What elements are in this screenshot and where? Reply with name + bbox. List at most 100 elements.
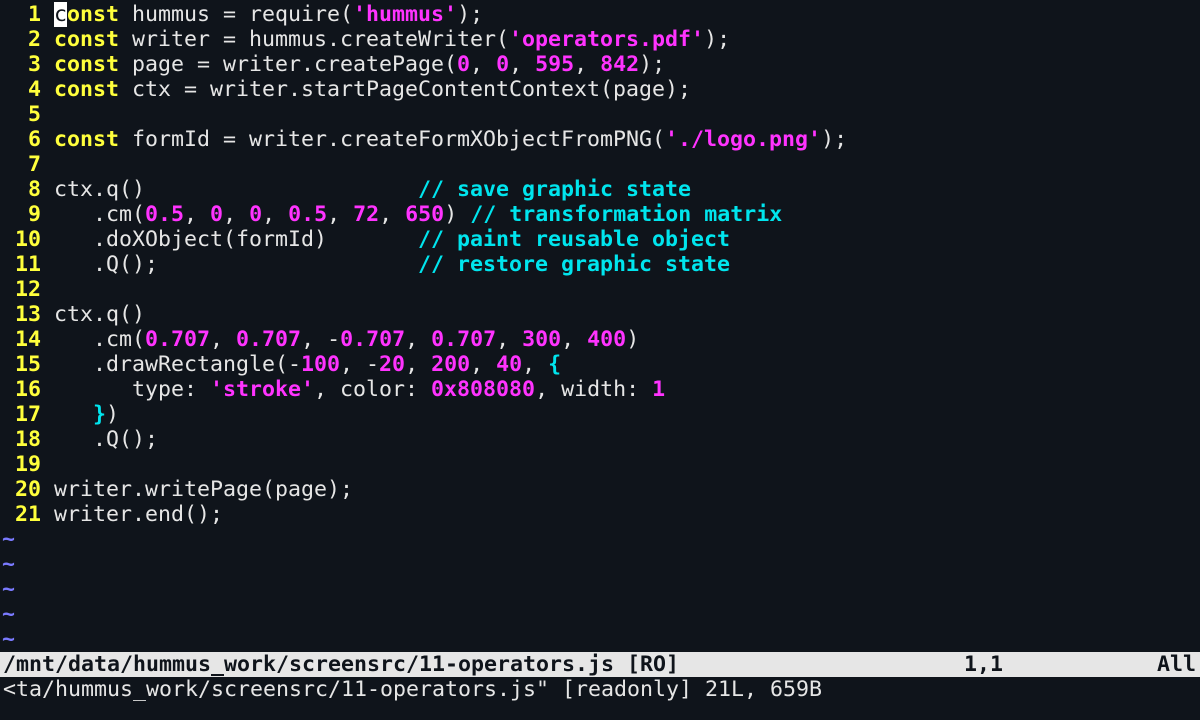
code-token: ctx = writer.startPageContentContext(pag…	[119, 77, 692, 102]
line-code: const page = writer.createPage(0, 0, 595…	[54, 52, 665, 77]
line-code: writer.end();	[54, 502, 223, 527]
line-number: 7	[27, 152, 41, 177]
code-token: );	[704, 27, 731, 52]
code-line[interactable]: 15 .drawRectangle(-100, -20, 200, 40, {	[0, 352, 1200, 377]
line-number: 3	[27, 52, 41, 77]
code-token: hummus = require(	[119, 2, 354, 27]
code-token: onst	[67, 2, 120, 27]
code-token: const	[54, 127, 120, 152]
code-token: 650	[405, 202, 445, 227]
code-line[interactable]: 9 .cm(0.5, 0, 0, 0.5, 72, 650) // transf…	[0, 202, 1200, 227]
code-token: 595	[535, 52, 575, 77]
code-token: );	[457, 2, 484, 27]
code-token: 0	[496, 52, 510, 77]
code-line[interactable]: 11 .Q(); // restore graphic state	[0, 252, 1200, 277]
code-token: 100	[301, 352, 341, 377]
status-line: /mnt/data/hummus_work/screensrc/11-opera…	[0, 652, 1200, 677]
code-line[interactable]: 16 type: 'stroke', color: 0x808080, widt…	[0, 377, 1200, 402]
line-code: .cm(0.5, 0, 0, 0.5, 72, 650) // transfor…	[54, 202, 782, 227]
code-line[interactable]: 5	[0, 102, 1200, 127]
code-line[interactable]: 2 const writer = hummus.createWriter('ope…	[0, 27, 1200, 52]
code-token: writer.writePage(page);	[54, 477, 354, 502]
code-token: 842	[600, 52, 640, 77]
line-number: 21	[14, 502, 41, 527]
code-line[interactable]: 8 ctx.q() // save graphic state	[0, 177, 1200, 202]
code-token: 0	[210, 202, 224, 227]
code-line[interactable]: 13 ctx.q()	[0, 302, 1200, 327]
code-line[interactable]: 17 })	[0, 402, 1200, 427]
line-number: 20	[14, 477, 41, 502]
code-token: 0.707	[236, 327, 302, 352]
code-token: 20	[379, 352, 406, 377]
empty-line-marker: ~	[2, 527, 16, 552]
code-line[interactable]: 18 .Q();	[0, 427, 1200, 452]
code-token: .cm(	[54, 327, 146, 352]
code-token: formId = writer.createFormXObjectFromPNG…	[119, 127, 666, 152]
code-token: )	[106, 402, 120, 427]
code-token: ,	[405, 352, 432, 377]
line-code: .drawRectangle(-100, -20, 200, 40, {	[54, 352, 561, 377]
status-cursor-position: 1,1	[964, 652, 1004, 677]
code-token: 72	[353, 202, 380, 227]
empty-buffer-line: ~	[0, 627, 1200, 652]
code-token: ,	[561, 327, 588, 352]
status-filename: /mnt/data/hummus_work/screensrc/11-opera…	[3, 652, 680, 677]
code-token: ,	[522, 352, 549, 377]
code-token: 40	[496, 352, 523, 377]
code-token: )	[626, 327, 640, 352]
line-number: 9	[27, 202, 41, 227]
code-token: 'hummus'	[353, 2, 458, 27]
code-token: ctx.q()	[54, 177, 419, 202]
empty-line-marker: ~	[2, 627, 16, 652]
code-token: ,	[470, 52, 497, 77]
code-token: , color:	[314, 377, 432, 402]
line-number: 8	[27, 177, 41, 202]
code-token: 'operators.pdf'	[509, 27, 705, 52]
code-token: ,	[379, 202, 406, 227]
line-code: .cm(0.707, 0.707, -0.707, 0.707, 300, 40…	[54, 327, 639, 352]
code-line[interactable]: 21 writer.end();	[0, 502, 1200, 527]
line-number: 1	[27, 2, 41, 27]
line-number: 11	[14, 252, 41, 277]
code-line[interactable]: 1 const hummus = require('hummus');	[0, 2, 1200, 27]
code-token: ,	[509, 52, 536, 77]
code-line[interactable]: 20 writer.writePage(page);	[0, 477, 1200, 502]
code-token: ,	[470, 352, 497, 377]
code-token: ,	[223, 202, 250, 227]
code-token: , -	[340, 352, 380, 377]
code-token: .doXObject(formId)	[54, 227, 419, 252]
code-token: // transformation matrix	[470, 202, 783, 227]
code-token: 300	[522, 327, 562, 352]
code-token: ,	[405, 327, 432, 352]
code-token: }	[93, 402, 107, 427]
line-number: 14	[14, 327, 41, 352]
code-editor[interactable]: 1 const hummus = require('hummus'); 2 const…	[0, 2, 1200, 652]
code-line[interactable]: 19	[0, 452, 1200, 477]
code-token: 200	[431, 352, 471, 377]
line-code: .Q();	[54, 427, 158, 452]
code-token: , width:	[535, 377, 653, 402]
code-token: .Q();	[54, 427, 159, 452]
code-line[interactable]: 14 .cm(0.707, 0.707, -0.707, 0.707, 300,…	[0, 327, 1200, 352]
code-token: type:	[54, 377, 211, 402]
line-number: 13	[14, 302, 41, 327]
line-code: .Q(); // restore graphic state	[54, 252, 730, 277]
line-code: })	[54, 402, 119, 427]
code-line[interactable]: 3 const page = writer.createPage(0, 0, 59…	[0, 52, 1200, 77]
code-line[interactable]: 4 const ctx = writer.startPageContentCont…	[0, 77, 1200, 102]
command-message-line: <ta/hummus_work/screensrc/11-operators.j…	[3, 677, 823, 702]
status-scroll-percent: All	[1156, 652, 1196, 677]
code-token: 0	[457, 52, 471, 77]
line-code: const formId = writer.createFormXObjectF…	[54, 127, 847, 152]
line-number: 6	[27, 127, 41, 152]
code-line[interactable]: 7	[0, 152, 1200, 177]
code-token: // restore graphic state	[418, 252, 731, 277]
line-number: 16	[14, 377, 41, 402]
line-number: 15	[14, 352, 41, 377]
code-line[interactable]: 6 const formId = writer.createFormXObject…	[0, 127, 1200, 152]
code-token: const	[54, 52, 120, 77]
code-line[interactable]: 12	[0, 277, 1200, 302]
code-line[interactable]: 10 .doXObject(formId) // paint reusable …	[0, 227, 1200, 252]
code-token: const	[54, 27, 120, 52]
empty-buffer-line: ~	[0, 577, 1200, 602]
